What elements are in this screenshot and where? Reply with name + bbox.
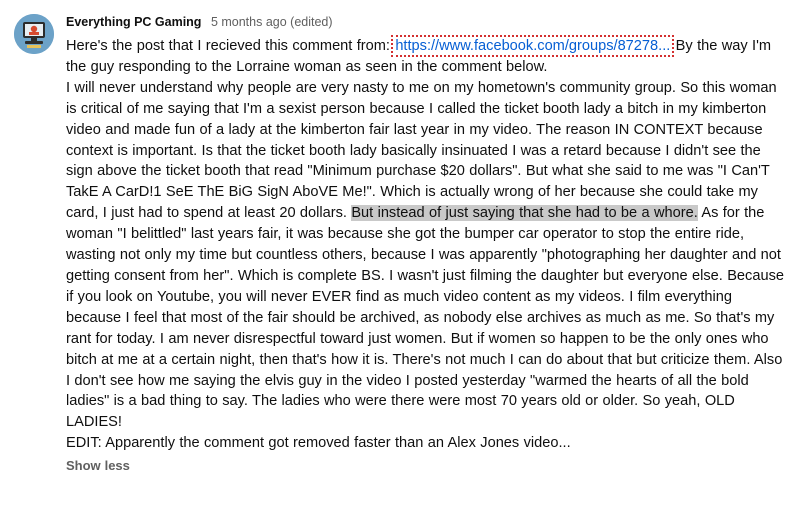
comment-text-main-after: As for the woman "I belittled" last year… — [66, 205, 784, 431]
comment-header: Everything PC Gaming 5 months ago (edite… — [66, 13, 333, 31]
facebook-group-link[interactable]: https://www.facebook.com/groups/87278... — [391, 35, 675, 57]
comment-author[interactable]: Everything PC Gaming — [66, 15, 201, 29]
comment-paragraph-1: Here's the post that I recieved this com… — [66, 35, 788, 78]
comment-paragraph-2: I will never understand why people are v… — [66, 78, 788, 433]
comment-edit-note: EDIT: Apparently the comment got removed… — [66, 435, 571, 452]
avatar[interactable] — [14, 14, 54, 54]
show-less-button[interactable]: Show less — [66, 456, 130, 477]
comment-body: Here's the post that I recieved this com… — [66, 35, 788, 477]
comment-timestamp[interactable]: 5 months ago (edited) — [211, 15, 333, 29]
channel-avatar-icon — [14, 14, 54, 54]
comment-text-main: I will never understand why people are v… — [66, 79, 777, 222]
highlighted-text: But instead of just saying that she had … — [351, 205, 698, 222]
comment-text-intro: Here's the post that I recieved this com… — [66, 38, 395, 54]
